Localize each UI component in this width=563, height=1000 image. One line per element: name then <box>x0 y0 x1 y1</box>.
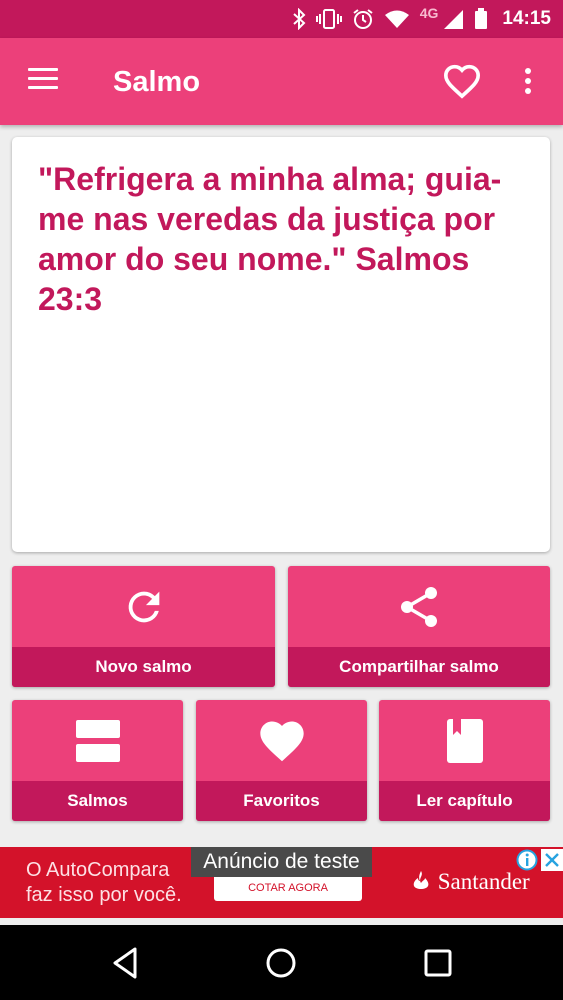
alarm-icon <box>353 9 373 29</box>
bluetooth-icon <box>293 8 306 30</box>
ad-cta-button[interactable]: COTAR AGORA <box>214 873 362 901</box>
read-chapter-button[interactable]: Ler capítulo <box>379 700 550 821</box>
ad-info-icon[interactable] <box>516 849 538 871</box>
list-icon <box>75 719 120 762</box>
vibrate-icon <box>315 9 342 29</box>
psalms-button[interactable]: Salmos <box>12 700 183 821</box>
status-time: 14:15 <box>502 8 551 29</box>
hamburger-menu-icon[interactable] <box>22 64 66 100</box>
ad-test-label: Anúncio de teste <box>191 847 372 877</box>
home-icon[interactable] <box>263 945 299 981</box>
ad-banner[interactable]: O AutoCompara faz isso por você. COTAR A… <box>0 847 563 918</box>
back-icon[interactable] <box>107 945 143 981</box>
ad-text-line2: faz isso por você. <box>26 884 182 906</box>
signal-icon <box>444 10 464 29</box>
network-type-label: 4G <box>419 5 439 21</box>
wifi-icon <box>384 10 409 28</box>
share-psalm-label: Compartilhar salmo <box>288 647 550 687</box>
refresh-icon <box>128 591 159 622</box>
ad-brand-name: Santander <box>437 869 530 894</box>
heart-outline-icon[interactable] <box>442 62 482 102</box>
psalms-label: Salmos <box>12 781 183 821</box>
share-psalm-button[interactable]: Compartilhar salmo <box>288 566 550 687</box>
new-psalm-label: Novo salmo <box>12 647 275 687</box>
recents-icon[interactable] <box>420 945 456 981</box>
flame-logo-icon <box>413 871 429 889</box>
book-icon <box>446 718 483 763</box>
more-vert-icon[interactable] <box>512 64 544 100</box>
ad-close-icon[interactable] <box>541 849 563 871</box>
app-bar: Salmo <box>0 38 563 125</box>
heart-icon <box>259 721 304 761</box>
share-icon <box>401 586 437 627</box>
new-psalm-button[interactable]: Novo salmo <box>12 566 275 687</box>
ad-text: O AutoCompara faz isso por você. <box>26 858 182 908</box>
read-chapter-label: Ler capítulo <box>379 781 550 821</box>
status-icons: 4G 14:15 <box>292 0 551 38</box>
app-title: Salmo <box>113 66 201 98</box>
battery-icon <box>475 8 488 29</box>
favorites-button[interactable]: Favoritos <box>196 700 367 821</box>
favorites-label: Favoritos <box>196 781 367 821</box>
ad-brand: Santander <box>410 869 530 895</box>
status-bar: 4G 14:15 <box>0 0 563 38</box>
verse-text: "Refrigera a minha alma; guia-me nas ver… <box>38 161 502 317</box>
verse-card: "Refrigera a minha alma; guia-me nas ver… <box>12 137 550 552</box>
system-nav-bar <box>0 925 563 1000</box>
ad-text-line1: O AutoCompara <box>26 859 170 881</box>
